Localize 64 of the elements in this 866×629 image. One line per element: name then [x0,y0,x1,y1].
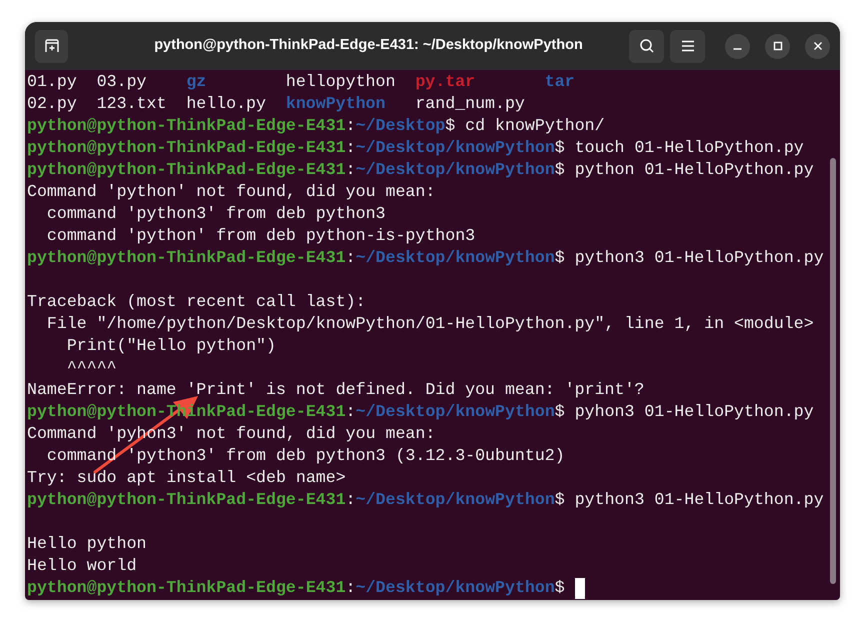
file-name: hello.py [186,93,266,115]
prompt-separator: : [346,489,356,511]
new-tab-icon [44,38,60,54]
command-text: $ python3 01-HelloPython.py [554,247,824,269]
prompt-separator: : [346,577,356,599]
prompt-path: ~/Desktop/knowPython [356,401,555,423]
command-text: $ touch 01-HelloPython.py [554,137,804,159]
prompt-path: ~/Desktop/knowPython [356,159,555,181]
prompt-user: python@python-ThinkPad-Edge-E431 [27,247,346,269]
prompt-user: python@python-ThinkPad-Edge-E431 [27,159,346,181]
prompt-separator: : [346,137,356,159]
file-name: 01.py [27,71,77,93]
directory-name: gz [186,71,206,93]
output-line: Command 'python' not found, did you mean: [27,181,436,203]
command-text: $ pyhon3 01-HelloPython.py [554,401,814,423]
maximize-icon [772,41,782,51]
output-line: NameError: name 'Print' is not defined. Did you mean: 'print'? [27,379,644,401]
command-text: $ python 01-HelloPython.py [554,159,814,181]
window-title: python@python-ThinkPad-Edge-E431: ~/Desktop/knowPython [153,36,584,56]
output-line: Hello python [27,533,146,555]
output-line: Try: sudo apt install <deb name> [27,467,346,489]
file-name: 03.py [96,71,146,93]
prompt-path: ~/Desktop/knowPython [356,489,555,511]
output-line: command 'python' from deb python-is-python3 [46,225,476,247]
minimize-icon [733,48,742,50]
prompt-path: ~/Desktop/knowPython [356,137,555,159]
file-name: 123.txt [96,93,166,115]
directory-name: knowPython [286,93,386,115]
command-text: $ python3 01-HelloPython.py [554,489,824,511]
prompt-user: python@python-ThinkPad-Edge-E431 [27,577,346,599]
menu-button[interactable] [670,30,705,62]
prompt-user: python@python-ThinkPad-Edge-E431 [27,489,346,511]
file-name: rand_num.py [415,93,525,115]
output-line: command 'python3' from deb python3 (3.12.3-0ubuntu2) [46,445,565,467]
close-button[interactable] [805,34,830,58]
menu-icon [680,40,694,52]
scrollbar[interactable] [830,158,836,584]
prompt-path: ~/Desktop/knowPython [356,577,555,599]
output-line: ^^^^^ [66,357,117,379]
output-line: Print("Hello python") [66,335,276,357]
prompt-path: ~/Desktop [356,115,446,137]
output-line: Traceback (most recent call last): [27,291,366,313]
output-line: File "/home/python/Desktop/knowPython/01-HelloPython.py", line 1, in <module> [46,313,814,335]
command-text: $ [554,577,565,599]
file-name: hellopython [286,71,396,93]
new-tab-button[interactable] [35,30,68,62]
maximize-button[interactable] [765,34,790,58]
output-line: command 'python3' from deb python3 [46,203,386,225]
output-line: Hello world [27,555,137,577]
directory-name: tar [544,71,575,93]
prompt-separator: : [346,247,356,269]
search-button[interactable] [629,30,664,62]
prompt-user: python@python-ThinkPad-Edge-E431 [27,115,346,137]
command-text: $ cd knowPython/ [445,115,605,137]
prompt-separator: : [346,159,356,181]
prompt-separator: : [346,115,356,137]
prompt-user: python@python-ThinkPad-Edge-E431 [27,137,346,159]
prompt-separator: : [346,401,356,423]
file-name: 02.py [27,93,77,115]
close-icon [812,41,822,51]
prompt-path: ~/Desktop/knowPython [356,247,555,269]
minimize-button[interactable] [725,34,750,58]
search-icon [638,38,654,54]
file-name: py.tar [415,71,476,93]
